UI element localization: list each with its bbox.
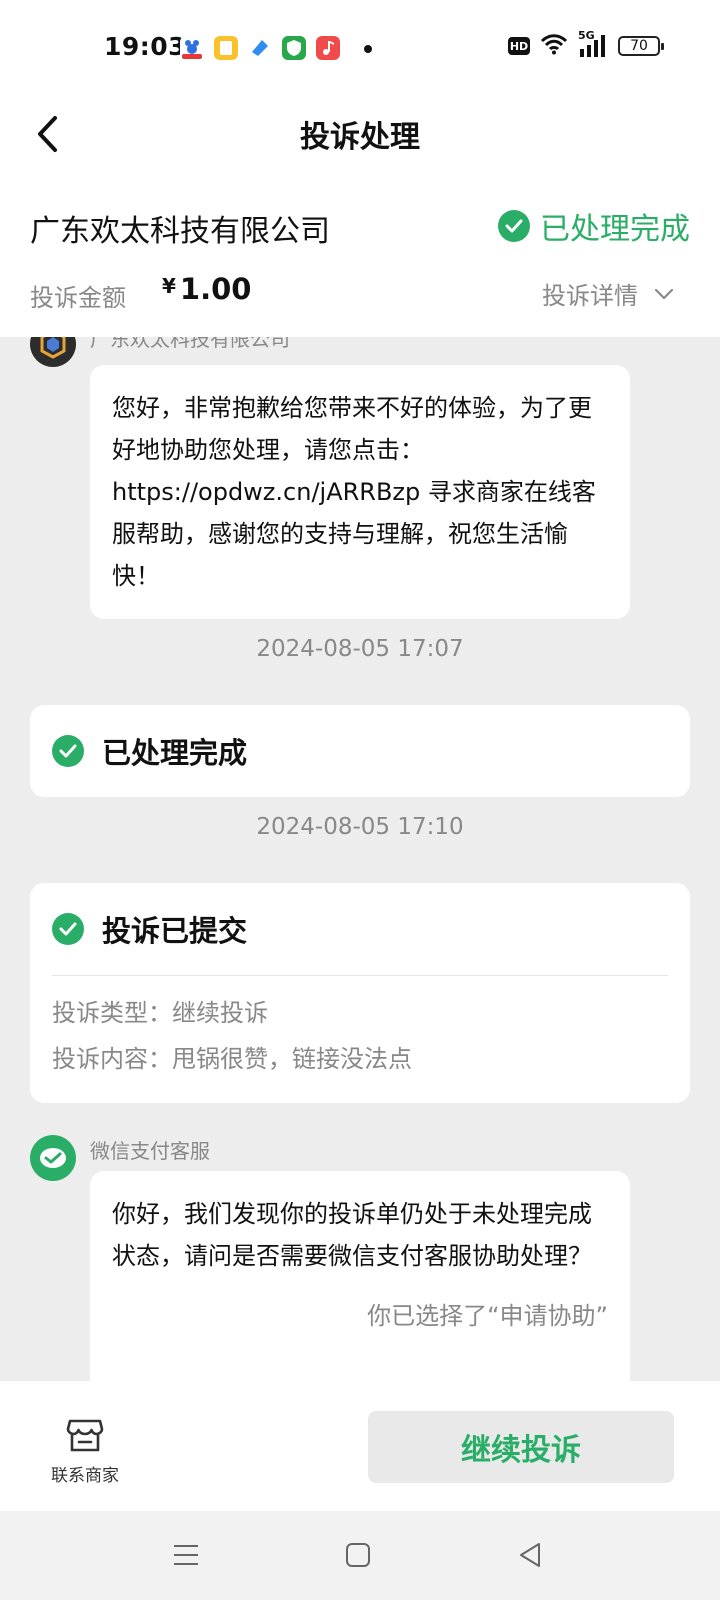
page-title: 投诉处理 — [300, 120, 420, 155]
timestamp: 2024-08-05 17:07 — [256, 636, 464, 662]
merchant-avatar — [30, 337, 76, 367]
check-circle-icon — [52, 735, 84, 767]
currency-symbol: ¥ — [162, 274, 176, 298]
security-icon — [282, 36, 306, 60]
complaint-type-label: 投诉类型： — [52, 999, 172, 1027]
processed-card: 已处理完成 — [30, 705, 690, 797]
notification-dot — [364, 45, 372, 53]
baidu-icon — [180, 36, 204, 60]
support-message-text: 你好，我们发现你的投诉单仍处于未处理完成状态，请问是否需要微信支付客服协助处理？ — [112, 1200, 592, 1270]
details-label: 投诉详情 — [542, 282, 638, 310]
browser-icon — [248, 36, 272, 60]
status-badge: 已处理完成 — [498, 204, 690, 248]
merchant-header: 广东欢太科技有限公司 已处理完成 投诉金额 ¥1.00 投诉详情 — [0, 182, 720, 337]
menu-icon — [174, 1545, 198, 1565]
chevron-down-icon — [654, 288, 674, 299]
home-key[interactable] — [340, 1537, 376, 1573]
check-circle-icon — [498, 210, 530, 242]
submitted-card: 投诉已提交 投诉类型：继续投诉 投诉内容：甩锅很赞，链接没法点 — [30, 883, 690, 1103]
complaint-content-label: 投诉内容： — [52, 1045, 172, 1073]
signal-icon: 5G — [578, 29, 608, 59]
menu-key[interactable] — [168, 1537, 204, 1573]
status-bar: 19:03 HD 5G 70 — [0, 0, 720, 96]
merchant-name: 广东欢太科技有限公司 — [30, 214, 330, 249]
contact-merchant-label: 联系商家 — [51, 1466, 119, 1486]
complaint-content-row: 投诉内容：甩锅很赞，链接没法点 — [30, 1036, 690, 1082]
home-square-icon — [346, 1543, 370, 1567]
hd-icon: HD — [508, 37, 530, 55]
divider — [52, 975, 668, 976]
nav-bar: 投诉处理 — [0, 96, 720, 182]
support-message: 你好，我们发现你的投诉单仍处于未处理完成状态，请问是否需要微信支付客服协助处理？… — [90, 1171, 630, 1381]
status-text: 已处理完成 — [540, 212, 690, 247]
notes-icon — [214, 36, 238, 60]
amount-label: 投诉金额 — [30, 284, 126, 312]
contact-merchant-button[interactable]: 联系商家 — [40, 1415, 130, 1486]
card-title: 投诉已提交 — [102, 914, 248, 948]
conversation-list[interactable]: 广东欢太科技有限公司 您好，非常抱歉给您带来不好的体验，为了更好地协助您处理，请… — [0, 337, 720, 1381]
status-indicators: HD 5G 70 — [508, 29, 664, 60]
wifi-icon — [540, 33, 568, 59]
amount-number: 1.00 — [179, 272, 252, 306]
complaint-type-value: 继续投诉 — [172, 999, 268, 1027]
bottom-action-bar: 联系商家 继续投诉 — [0, 1381, 720, 1511]
complaint-type-row: 投诉类型：继续投诉 — [30, 990, 690, 1036]
merchant-sender-name: 广东欢太科技有限公司 — [90, 337, 290, 351]
store-icon — [66, 1419, 104, 1452]
reply-note: 你已选择了“申请协助” — [367, 1302, 608, 1330]
status-time: 19:03 — [104, 32, 187, 61]
battery-icon: 70 — [618, 36, 664, 56]
complaint-details-toggle[interactable]: 投诉详情 — [542, 276, 674, 311]
wechat-pay-avatar — [30, 1135, 76, 1181]
back-triangle-icon — [520, 1543, 540, 1567]
amount-value: ¥1.00 — [162, 272, 251, 306]
merchant-message: 您好，非常抱歉给您带来不好的体验，为了更好地协助您处理，请您点击：https:/… — [90, 365, 630, 619]
battery-level: 70 — [630, 38, 648, 54]
music-icon — [316, 36, 340, 60]
check-circle-icon — [52, 913, 84, 945]
card-title: 已处理完成 — [102, 736, 248, 770]
support-sender-name: 微信支付客服 — [90, 1139, 210, 1163]
system-nav-bar — [0, 1511, 720, 1600]
continue-complaint-button[interactable]: 继续投诉 — [368, 1411, 674, 1483]
back-key[interactable] — [512, 1537, 548, 1573]
timestamp: 2024-08-05 17:10 — [256, 814, 464, 840]
complaint-content-value: 甩锅很赞，链接没法点 — [172, 1045, 412, 1073]
